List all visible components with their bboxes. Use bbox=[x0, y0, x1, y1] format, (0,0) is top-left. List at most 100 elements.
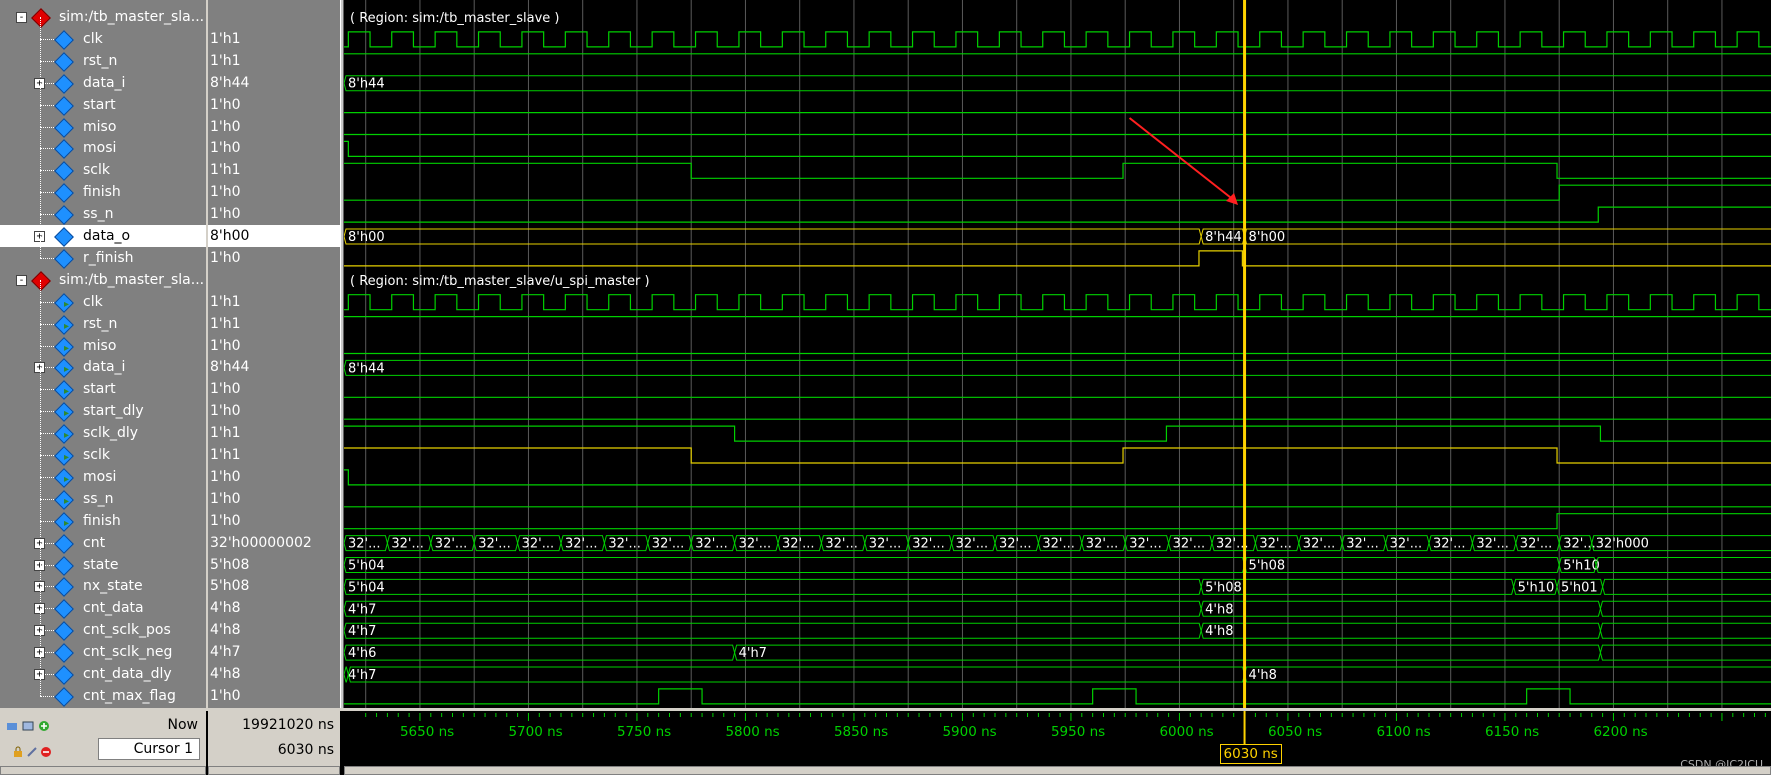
signal-name: cnt_sclk_neg bbox=[83, 644, 173, 661]
cursor-name-box[interactable]: Cursor 1 bbox=[98, 738, 200, 760]
lock-icon[interactable] bbox=[12, 743, 24, 757]
group-row[interactable]: - sim:/tb_master_sla... bbox=[0, 6, 206, 28]
signal-value-row: 8'h44 bbox=[208, 72, 340, 94]
signal-name: finish bbox=[83, 512, 121, 529]
ruler-tick-label: 6200 ns bbox=[1593, 724, 1648, 740]
signal-name: rst_n bbox=[83, 315, 118, 332]
signal-row-state[interactable]: + state bbox=[0, 542, 206, 576]
bus-segment bbox=[1595, 557, 1771, 573]
bus-value-label: 8'h00 bbox=[348, 230, 385, 245]
signal-name: start bbox=[83, 96, 116, 113]
ruler-tick-label: 5700 ns bbox=[508, 724, 563, 740]
add-wave-icon[interactable] bbox=[6, 717, 18, 730]
bus-value-label: 8'h44 bbox=[348, 361, 385, 376]
bus-value-label: 32'... bbox=[1433, 537, 1466, 552]
signal-value-row: 4'h8 bbox=[208, 663, 340, 685]
signal-diamond-icon bbox=[54, 643, 74, 663]
signal-row-cnt-max-flag[interactable]: cnt_max_flag bbox=[0, 673, 206, 707]
wave-trace bbox=[344, 206, 1771, 223]
bus-segment bbox=[1200, 600, 1601, 617]
signal-value-row: 1'h0 bbox=[208, 247, 340, 269]
signal-value-row: 1'h0 bbox=[208, 335, 340, 357]
cursor-tool-icon[interactable] bbox=[26, 743, 38, 757]
bus-segment bbox=[1599, 622, 1771, 639]
signal-row-nx-state[interactable]: + nx_state bbox=[0, 564, 206, 598]
signal-value-row: 32'h00000002 bbox=[208, 532, 340, 554]
signal-value: 1'h1 bbox=[210, 293, 241, 310]
signal-row-finish[interactable]: finish bbox=[0, 170, 206, 204]
names-scrollbar[interactable] bbox=[0, 766, 206, 775]
signal-row-data-o[interactable]: + data_o bbox=[0, 214, 206, 247]
signal-row-rst-n[interactable]: rst_n bbox=[0, 38, 206, 72]
collapse-icon[interactable]: - bbox=[16, 12, 27, 23]
port-direction-icon: ▸ bbox=[64, 298, 70, 310]
signal-name: finish bbox=[83, 184, 121, 201]
bus-value-label: 8'h44 bbox=[1205, 230, 1242, 245]
signal-value: 1'h0 bbox=[210, 337, 241, 354]
signal-row-mosi[interactable]: ▸ mosi bbox=[0, 454, 206, 488]
ruler-tick-label: 5650 ns bbox=[399, 724, 455, 740]
signal-name: cnt_max_flag bbox=[83, 687, 176, 704]
signal-row-cnt[interactable]: + cnt bbox=[0, 520, 206, 554]
signal-row-data-i[interactable]: + data_i bbox=[0, 60, 206, 94]
wave-trace bbox=[344, 513, 1771, 530]
signal-row-ss-n[interactable]: ss_n bbox=[0, 192, 206, 225]
signal-row-miso[interactable]: miso bbox=[0, 104, 206, 138]
signal-value: 1'h0 bbox=[210, 118, 241, 135]
signal-row-r-finish[interactable]: r_finish bbox=[0, 235, 206, 269]
add-cursor-icon[interactable] bbox=[38, 717, 50, 731]
signal-row-mosi[interactable]: mosi bbox=[0, 126, 206, 160]
signal-row-finish[interactable]: ▸ finish bbox=[0, 498, 206, 532]
cursor-line[interactable] bbox=[1243, 0, 1247, 708]
signal-row-sclk[interactable]: ▸ sclk bbox=[0, 433, 206, 466]
bus-value-label: 32'... bbox=[1563, 537, 1596, 552]
signal-row-cnt-data[interactable]: + cnt_data bbox=[0, 586, 206, 620]
tree-line bbox=[40, 82, 41, 105]
port-direction-icon: ▸ bbox=[64, 320, 70, 332]
waveform-pane[interactable]: ( Region: sim:/tb_master_slave ) ( Region… bbox=[344, 0, 1771, 708]
bus-value-label: 5'h08 bbox=[1249, 559, 1286, 574]
bus-value-label: 32'... bbox=[695, 537, 728, 552]
signal-name: cnt bbox=[83, 534, 106, 551]
region-diamond-icon bbox=[31, 270, 51, 291]
delete-cursor-icon[interactable] bbox=[40, 743, 52, 757]
signal-row-cnt-sclk-neg[interactable]: + cnt_sclk_neg bbox=[0, 630, 206, 663]
tree-line bbox=[40, 389, 41, 412]
signal-row-cnt-data-dly[interactable]: + cnt_data_dly bbox=[0, 652, 206, 685]
tree-line bbox=[40, 454, 41, 477]
signal-row-cnt-sclk-pos[interactable]: + cnt_sclk_pos bbox=[0, 608, 206, 642]
signal-row-clk[interactable]: ▸ clk bbox=[0, 279, 206, 313]
group-value-row bbox=[208, 6, 340, 28]
signal-row-clk[interactable]: clk bbox=[0, 16, 206, 50]
edit-icon[interactable] bbox=[22, 717, 34, 731]
ruler-tick-label: 6050 ns bbox=[1267, 724, 1323, 740]
signal-row-sclk-dly[interactable]: ▸ sclk_dly bbox=[0, 411, 206, 444]
signal-value: 1'h0 bbox=[210, 381, 241, 398]
collapse-icon[interactable]: - bbox=[16, 274, 27, 286]
wave-trace bbox=[344, 31, 1771, 48]
signal-row-sclk[interactable]: sclk bbox=[0, 148, 206, 182]
signal-diamond-icon bbox=[54, 227, 74, 247]
bus-value-label: 4'h7 bbox=[348, 668, 376, 683]
group-row[interactable]: - sim:/tb_master_sla... bbox=[0, 269, 206, 291]
signal-row-rst-n[interactable]: ▸ rst_n bbox=[0, 301, 206, 335]
signal-value: 1'h1 bbox=[210, 30, 241, 47]
annotation-arrow bbox=[1128, 117, 1235, 201]
signal-row-start-dly[interactable]: ▸ start_dly bbox=[0, 389, 206, 423]
values-scrollbar[interactable] bbox=[208, 766, 340, 775]
bus-value-label: 8'h44 bbox=[348, 77, 385, 92]
signal-row-start[interactable]: ▸ start bbox=[0, 367, 206, 401]
signal-row-data-i[interactable]: + ▸ data_i bbox=[0, 345, 206, 379]
tree-line bbox=[40, 367, 41, 390]
bus-segment bbox=[1599, 600, 1771, 617]
wave-trace bbox=[344, 469, 1771, 486]
wave-scrollbar[interactable] bbox=[344, 766, 1771, 775]
bus-segment bbox=[344, 228, 1202, 245]
signal-row-ss-n[interactable]: ▸ ss_n bbox=[0, 476, 206, 510]
bus-value-label: 4'h8 bbox=[1205, 602, 1233, 617]
signal-row-miso[interactable]: ▸ miso bbox=[0, 323, 206, 357]
signal-value-row: 1'h0 bbox=[208, 685, 340, 707]
signal-value: 5'h08 bbox=[210, 556, 250, 573]
cursor-time-label[interactable]: 6030 ns bbox=[1219, 744, 1282, 764]
signal-row-start[interactable]: start bbox=[0, 82, 206, 116]
